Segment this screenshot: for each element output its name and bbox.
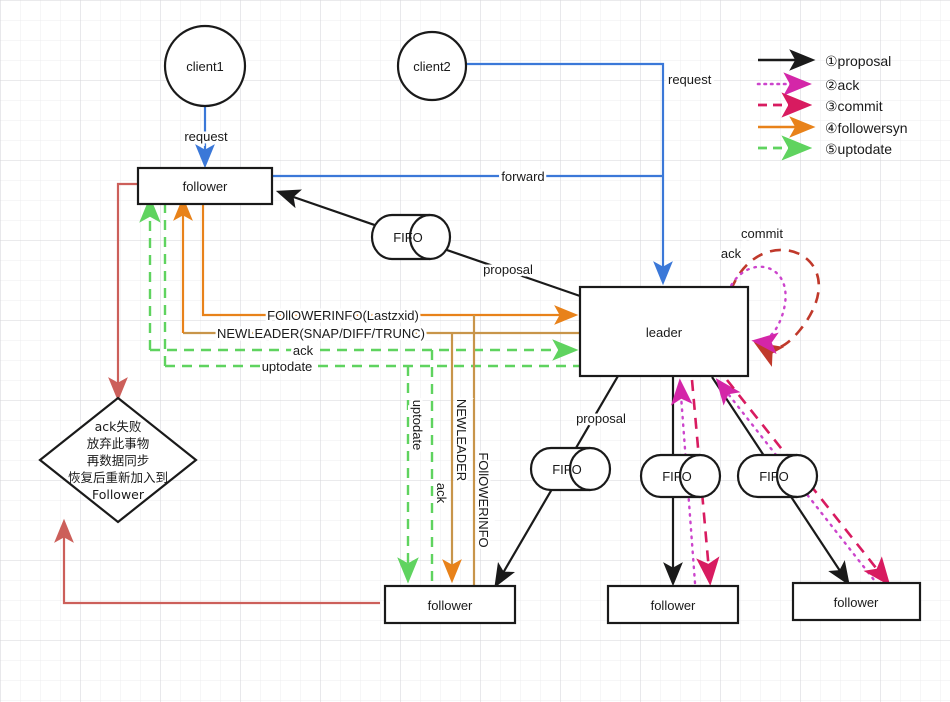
legend-label-followersyn: ④followersyn bbox=[825, 120, 908, 136]
edge-label-proposal-top: proposal bbox=[481, 260, 536, 280]
node-follower-bottom-2[interactable]: follower bbox=[606, 584, 740, 625]
svg-text:NEWLEADER(SNAP/DIFF/TRUNC): NEWLEADER(SNAP/DIFF/TRUNC) bbox=[217, 326, 425, 341]
node-client1[interactable]: client1 bbox=[163, 24, 247, 108]
node-fifo-top[interactable]: FIFO bbox=[370, 213, 452, 261]
svg-text:FOllOWERINFO(Lastzxid): FOllOWERINFO(Lastzxid) bbox=[267, 308, 419, 323]
edge-label-newleader: NEWLEADER(SNAP/DIFF/TRUNC) bbox=[214, 324, 427, 344]
node-fifo-bottom-2[interactable]: FIFO bbox=[639, 453, 722, 499]
edge-label-followerinfo-vertical: FOllOWERINFO bbox=[474, 450, 494, 550]
svg-text:uptodate: uptodate bbox=[262, 359, 313, 374]
node-fifo-bottom-1[interactable]: FIFO bbox=[529, 446, 612, 492]
diamond-line-3: 恢复后重新加入到 bbox=[68, 470, 168, 485]
svg-text:ack: ack bbox=[721, 246, 742, 261]
svg-text:ack: ack bbox=[434, 483, 449, 504]
legend-label-commit: ③commit bbox=[825, 98, 883, 114]
edge-label-uptodate-horizontal: uptodate bbox=[259, 357, 315, 377]
fifo-bottom-2-label: FIFO bbox=[662, 469, 692, 484]
follower-bottom-1-label: follower bbox=[428, 598, 473, 613]
svg-text:forward: forward bbox=[501, 169, 544, 184]
svg-text:proposal: proposal bbox=[576, 411, 626, 426]
edge-label-proposal-bottom: proposal bbox=[574, 409, 629, 429]
follower-top-label: follower bbox=[183, 179, 228, 194]
edge-label-request-client2: request bbox=[666, 70, 715, 90]
node-follower-bottom-3[interactable]: follower bbox=[791, 581, 922, 622]
diamond-line-4: Follower bbox=[92, 487, 145, 502]
legend-label-proposal: ①proposal bbox=[825, 53, 891, 69]
node-fifo-bottom-3[interactable]: FIFO bbox=[736, 453, 819, 499]
edge-label-ack-self: ack bbox=[718, 244, 744, 264]
edge-label-uptodate-vertical: uptodate bbox=[408, 397, 428, 453]
svg-text:NEWLEADER: NEWLEADER bbox=[454, 399, 469, 481]
svg-text:ack: ack bbox=[293, 343, 314, 358]
node-client2[interactable]: client2 bbox=[396, 30, 468, 102]
node-follower-bottom-1[interactable]: follower bbox=[383, 584, 517, 625]
svg-text:uptodate: uptodate bbox=[410, 400, 425, 451]
diamond-line-0: ack失败 bbox=[95, 419, 142, 434]
legend-label-uptodate: ⑤uptodate bbox=[825, 141, 892, 157]
svg-text:request: request bbox=[184, 129, 228, 144]
edge-label-ack-horizontal: ack bbox=[290, 341, 316, 361]
edge-label-commit-self: commit bbox=[739, 224, 786, 244]
diamond-line-2: 再数据同步 bbox=[87, 453, 150, 468]
edge-label-ack-vertical: ack bbox=[432, 480, 452, 506]
node-follower-top[interactable]: follower bbox=[136, 166, 274, 206]
fifo-bottom-3-label: FIFO bbox=[759, 469, 789, 484]
node-leader[interactable]: leader bbox=[578, 285, 750, 378]
follower-bottom-2-label: follower bbox=[651, 598, 696, 613]
leader-label: leader bbox=[646, 325, 683, 340]
follower-bottom-3-label: follower bbox=[834, 595, 879, 610]
svg-text:proposal: proposal bbox=[483, 262, 533, 277]
legend-label-ack: ②ack bbox=[825, 77, 860, 93]
client2-label: client2 bbox=[413, 59, 451, 74]
svg-text:commit: commit bbox=[741, 226, 783, 241]
edge-label-forward: forward bbox=[499, 167, 547, 187]
edge-label-newleader-vertical: NEWLEADER bbox=[452, 396, 472, 483]
diamond-line-1: 放弃此事物 bbox=[87, 436, 150, 451]
diagram-canvas: client1 client2 follower leader FIFO FIF… bbox=[0, 0, 950, 702]
svg-text:FOllOWERINFO: FOllOWERINFO bbox=[476, 452, 491, 547]
client1-label: client1 bbox=[186, 59, 224, 74]
fifo-top-label: FIFO bbox=[393, 230, 423, 245]
fifo-bottom-1-label: FIFO bbox=[552, 462, 582, 477]
edge-label-request-client1: request bbox=[182, 127, 231, 147]
edge-label-followerinfo: FOllOWERINFO(Lastzxid) bbox=[265, 306, 422, 326]
svg-text:request: request bbox=[668, 72, 712, 87]
